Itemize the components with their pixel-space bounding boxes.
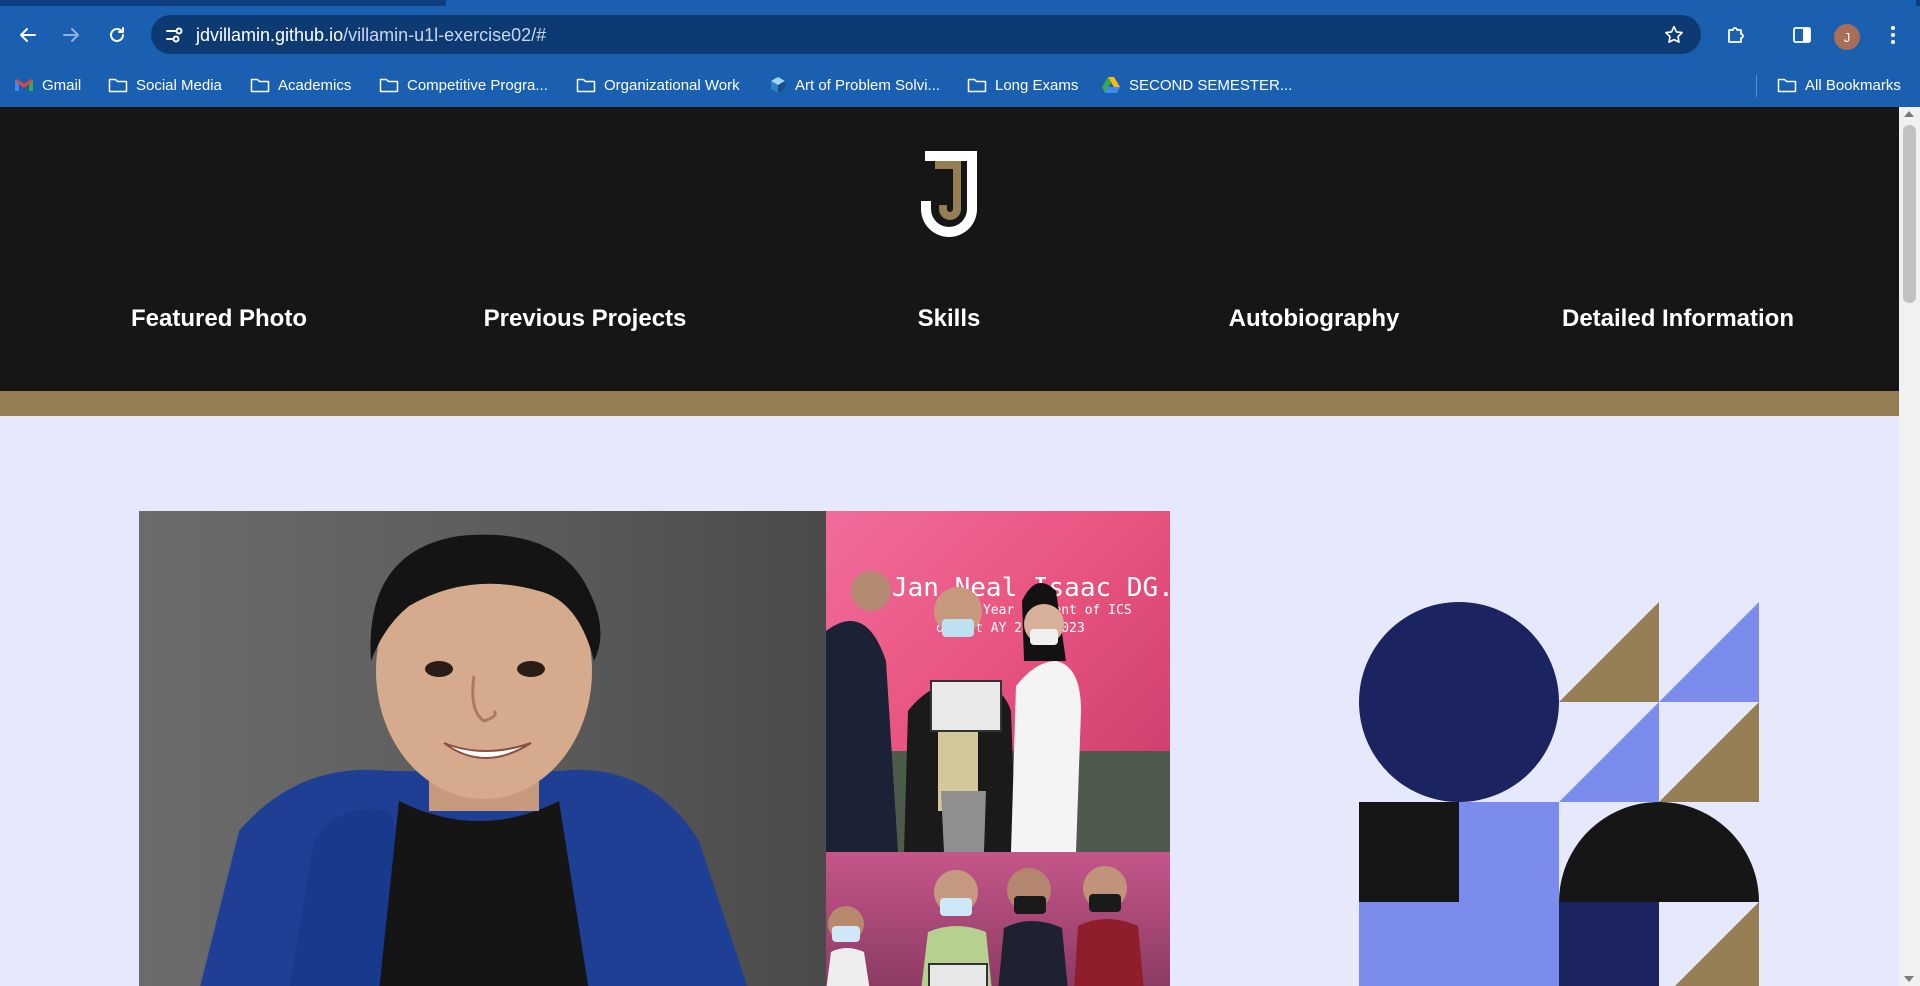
portrait-photo [139, 511, 826, 986]
bookmark-label: Organizational Work [604, 76, 740, 94]
scroll-thumb[interactable] [1903, 125, 1916, 303]
back-button[interactable] [13, 20, 43, 50]
page-viewport: Featured Photo Previous Projects Skills … [0, 107, 1899, 986]
bookmark-label: Long Exams [995, 76, 1079, 94]
folder-icon [967, 78, 987, 93]
bookmark-academics[interactable]: Academics [250, 63, 351, 107]
bookmark-competitive-programming[interactable]: Competitive Progra... [379, 63, 548, 107]
gold-divider-band [0, 391, 1899, 416]
folder-icon [576, 78, 596, 93]
bookmark-long-exams[interactable]: Long Exams [967, 63, 1078, 107]
arrow-left-icon [20, 28, 36, 42]
site-info-icon[interactable] [164, 25, 184, 45]
folder-icon [108, 78, 128, 93]
bookmark-label: Gmail [42, 76, 82, 94]
puzzle-icon [1728, 27, 1744, 43]
all-bookmarks-label: All Bookmarks [1805, 76, 1901, 94]
url-host: jdvillamin.github.io [196, 25, 344, 45]
bookmark-label: Social Media [136, 76, 222, 94]
j-monogram-logo[interactable] [915, 145, 985, 241]
site-header: Featured Photo Previous Projects Skills … [0, 107, 1899, 391]
bookmark-gmail[interactable]: Gmail [14, 63, 81, 107]
gmail-icon [15, 79, 33, 91]
award-scene [826, 571, 1170, 852]
bookmark-social-media[interactable]: Social Media [108, 63, 222, 107]
nav-skills[interactable]: Skills [918, 305, 981, 333]
nav-previous-projects[interactable]: Previous Projects [484, 305, 687, 333]
bookmarks-bar: Gmail Social Media Academics Competitive… [0, 63, 1920, 107]
nav-detailed-information[interactable]: Detailed Information [1562, 305, 1794, 333]
bookmark-star-icon[interactable] [1663, 24, 1685, 46]
bookmark-label: SECOND SEMESTER... [1129, 76, 1293, 94]
aops-icon [771, 77, 785, 93]
folder-icon [250, 78, 270, 93]
bookmark-organizational-work[interactable]: Organizational Work [576, 63, 740, 107]
site-nav: Featured Photo Previous Projects Skills … [0, 305, 1899, 345]
drive-icon [1102, 77, 1120, 93]
bookmark-label: Competitive Progra... [407, 76, 548, 94]
extensions-button[interactable] [1721, 20, 1751, 50]
url-path: /villamin-u1l-exercise02/# [343, 25, 547, 45]
reload-button[interactable] [102, 20, 132, 50]
award-photo: Jan Neal Isaac DG. Vill First Year Stude… [826, 511, 1170, 852]
geometric-art [1359, 602, 1759, 986]
kebab-menu-icon [1891, 26, 1895, 44]
reload-icon [110, 27, 124, 42]
folder-icon [1777, 78, 1797, 93]
group-photo [826, 852, 1170, 986]
side-panel-icon [1793, 27, 1811, 43]
bookmark-second-semester[interactable]: SECOND SEMESTER... [1101, 63, 1292, 107]
folder-icon [379, 78, 399, 93]
page-scrollbar[interactable] [1899, 107, 1920, 986]
nav-autobiography[interactable]: Autobiography [1229, 305, 1400, 333]
bookmark-aops[interactable]: Art of Problem Solvi... [769, 63, 940, 107]
featured-photos: Jan Neal Isaac DG. Vill First Year Stude… [139, 511, 1170, 986]
browser-toolbar: jdvillamin.github.io/villamin-u1l-exerci… [0, 6, 1920, 63]
arrow-right-icon [63, 28, 79, 42]
nav-featured-photo[interactable]: Featured Photo [131, 305, 307, 333]
address-bar[interactable]: jdvillamin.github.io/villamin-u1l-exerci… [151, 15, 1701, 54]
portrait-illustration [200, 534, 748, 986]
menu-button[interactable] [1878, 20, 1908, 50]
bookmarks-divider [1756, 75, 1757, 97]
scroll-up-arrow-icon[interactable] [1904, 111, 1914, 117]
forward-button[interactable] [56, 20, 86, 50]
scroll-down-arrow-icon[interactable] [1904, 976, 1914, 982]
bookmark-label: Academics [278, 76, 352, 94]
profile-avatar[interactable]: J [1834, 24, 1860, 50]
side-panel-button[interactable] [1787, 20, 1817, 50]
group-scene [826, 866, 1144, 986]
url-text[interactable]: jdvillamin.github.io/villamin-u1l-exerci… [196, 25, 546, 46]
all-bookmarks-button[interactable]: All Bookmarks [1777, 63, 1901, 107]
bookmark-label: Art of Problem Solvi... [795, 76, 941, 94]
